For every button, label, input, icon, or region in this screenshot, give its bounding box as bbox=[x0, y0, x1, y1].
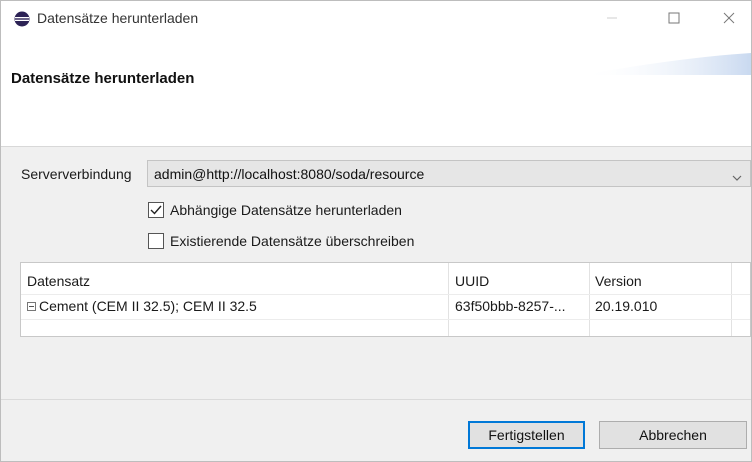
server-connection-value: admin@http://localhost:8080/soda/resourc… bbox=[154, 166, 425, 182]
banner-decoration bbox=[581, 53, 751, 75]
window-title: Datensätze herunterladen bbox=[37, 10, 199, 26]
maximize-button[interactable] bbox=[651, 1, 697, 35]
dataset-cell: Cement (CEM II 32.5); CEM II 32.5 bbox=[27, 298, 445, 314]
column-divider[interactable] bbox=[448, 263, 449, 336]
row-divider bbox=[21, 294, 750, 295]
uuid-cell: 63f50bbb-8257-... bbox=[455, 298, 566, 314]
chevron-down-icon bbox=[732, 169, 742, 185]
download-dependent-option[interactable]: Abhängige Datensätze herunterladen bbox=[148, 202, 402, 218]
checkmark-icon bbox=[150, 205, 162, 215]
close-icon bbox=[723, 12, 735, 24]
header-banner: Datensätze herunterladen bbox=[1, 35, 751, 147]
dialog-window: Datensätze herunterladen Datensätze heru… bbox=[0, 0, 752, 462]
column-divider[interactable] bbox=[731, 263, 732, 336]
overwrite-existing-label: Existierende Datensätze überschreiben bbox=[170, 233, 415, 249]
tree-collapse-icon[interactable] bbox=[27, 302, 36, 311]
close-button[interactable] bbox=[706, 1, 752, 35]
overwrite-existing-checkbox[interactable] bbox=[148, 233, 164, 249]
cancel-button[interactable]: Abbrechen bbox=[599, 421, 747, 449]
page-title: Datensätze herunterladen bbox=[11, 70, 195, 87]
row-divider bbox=[21, 319, 750, 320]
server-connection-label: Serververbindung bbox=[21, 166, 132, 182]
minimize-button[interactable] bbox=[589, 1, 635, 35]
server-connection-select[interactable]: admin@http://localhost:8080/soda/resourc… bbox=[147, 160, 751, 187]
datasets-table: Datensatz UUID Version Cement (CEM II 32… bbox=[20, 262, 751, 337]
version-cell: 20.19.010 bbox=[595, 298, 658, 314]
column-header-version[interactable]: Version bbox=[595, 273, 725, 289]
column-header-dataset[interactable]: Datensatz bbox=[27, 273, 437, 289]
footer-separator bbox=[1, 399, 751, 400]
dataset-name: Cement (CEM II 32.5); CEM II 32.5 bbox=[39, 298, 257, 314]
minimize-icon bbox=[607, 17, 617, 19]
download-dependent-checkbox[interactable] bbox=[148, 202, 164, 218]
finish-button[interactable]: Fertigstellen bbox=[468, 421, 585, 449]
maximize-icon bbox=[668, 12, 680, 24]
eclipse-icon bbox=[14, 11, 30, 27]
download-dependent-label: Abhängige Datensätze herunterladen bbox=[170, 202, 402, 218]
column-header-uuid[interactable]: UUID bbox=[455, 273, 585, 289]
column-divider[interactable] bbox=[589, 263, 590, 336]
overwrite-existing-option[interactable]: Existierende Datensätze überschreiben bbox=[148, 233, 414, 249]
title-bar[interactable]: Datensätze herunterladen bbox=[1, 1, 751, 35]
